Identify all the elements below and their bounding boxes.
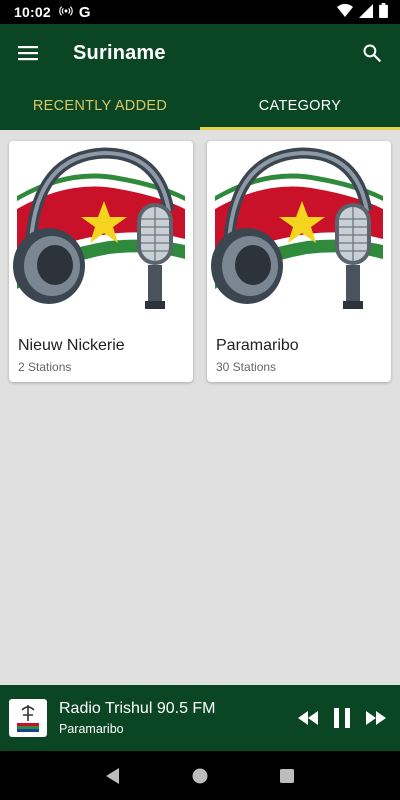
now-playing-title: Radio Trishul 90.5 FM <box>59 700 216 717</box>
hamburger-menu-icon[interactable] <box>16 41 40 65</box>
now-playing-bar[interactable]: Radio Trishul 90.5 FM Paramaribo <box>0 685 400 751</box>
category-station-count: 2 Stations <box>18 360 72 374</box>
station-logo <box>9 699 47 737</box>
fast-forward-icon[interactable] <box>364 706 388 730</box>
search-icon[interactable] <box>360 41 384 65</box>
rewind-icon[interactable] <box>296 706 320 730</box>
now-playing-info: Radio Trishul 90.5 FM Paramaribo <box>59 700 216 736</box>
tab-recently-added[interactable]: RECENTLY ADDED <box>0 82 200 130</box>
google-icon: G <box>78 3 91 21</box>
tab-bar: RECENTLY ADDED CATEGORY <box>0 82 400 130</box>
now-playing-subtitle: Paramaribo <box>59 722 124 736</box>
back-icon[interactable] <box>101 764 125 788</box>
suriname-flag-headphones-image <box>211 147 383 309</box>
category-grid: Nieuw Nickerie 2 Stations Paramaribo 30 … <box>0 130 400 685</box>
category-card-nieuw-nickerie[interactable]: Nieuw Nickerie 2 Stations <box>9 141 193 382</box>
category-name: Nieuw Nickerie <box>18 337 125 354</box>
home-icon[interactable] <box>188 764 212 788</box>
category-card-paramaribo[interactable]: Paramaribo 30 Stations <box>207 141 391 382</box>
toolbar: Suriname <box>0 24 400 82</box>
system-nav-bar <box>0 751 400 800</box>
page-title: Suriname <box>73 41 166 64</box>
status-right-icons <box>337 3 388 21</box>
status-bar: 10:02 G <box>0 0 400 24</box>
status-left-icons: G <box>59 3 91 21</box>
app-bar: Suriname RECENTLY ADDED CATEGORY <box>0 24 400 130</box>
hotspot-icon <box>59 4 73 21</box>
category-station-count: 30 Stations <box>216 360 277 374</box>
status-time: 10:02 <box>14 4 51 20</box>
pause-icon[interactable] <box>330 706 354 730</box>
recents-icon[interactable] <box>275 764 299 788</box>
suriname-flag-headphones-image <box>13 147 185 309</box>
player-controls <box>296 706 388 730</box>
category-name: Paramaribo <box>216 337 299 354</box>
wifi-icon <box>337 3 353 21</box>
tab-category[interactable]: CATEGORY <box>200 82 400 130</box>
signal-icon <box>359 3 373 21</box>
battery-icon <box>379 3 388 21</box>
